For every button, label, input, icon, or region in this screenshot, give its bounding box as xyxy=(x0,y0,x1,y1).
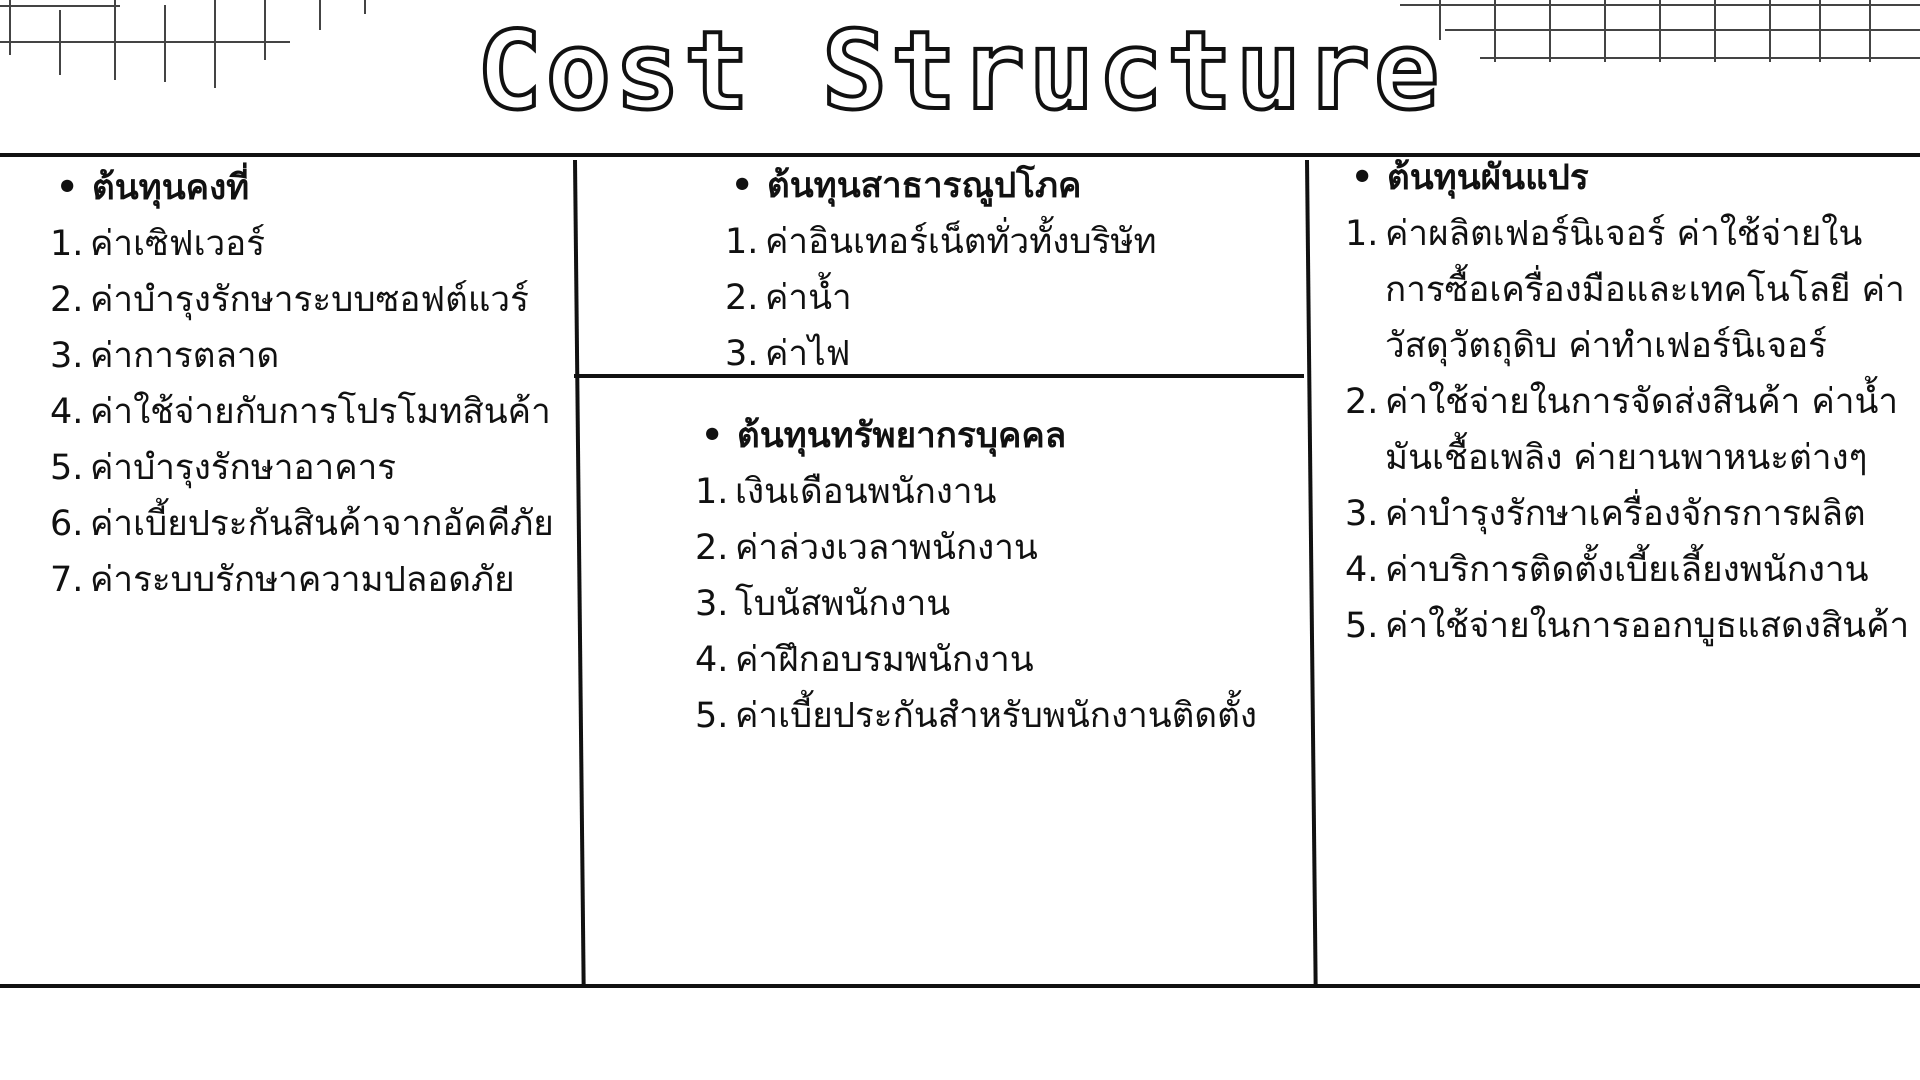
list-item: 5. ค่าบำรุงรักษาอาคาร xyxy=(50,440,570,496)
list-item: 2. ค่าบำรุงรักษาระบบซอฟต์แวร์ xyxy=(50,272,570,328)
hr-costs-list: 1. เงินเดือนพนักงาน 2. ค่าล่วงเวลาพนักงาน … xyxy=(695,464,1300,744)
hr-costs-heading-label: ต้นทุนทรัพยากรบุคคล xyxy=(737,416,1067,456)
item-text: ค่าเซิฟเวอร์ xyxy=(90,224,265,264)
list-item: 1. เงินเดือนพนักงาน xyxy=(695,464,1300,520)
list-item: 2. ค่าล่วงเวลาพนักงาน xyxy=(695,520,1300,576)
item-text: ค่าอินเทอร์เน็ตทั่วทั้งบริษัท xyxy=(765,222,1157,262)
bottom-divider xyxy=(0,984,1920,988)
list-item: 6. ค่าเบี้ยประกันสินค้าจากอัคคีภัย xyxy=(50,496,570,552)
item-number: 5. xyxy=(1345,606,1379,646)
list-item: 4. ค่าใช้จ่ายกับการโปรโมทสินค้า xyxy=(50,384,570,440)
item-number: 5. xyxy=(695,696,729,736)
item-number: 3. xyxy=(695,584,729,624)
list-item: 1. ค่าเซิฟเวอร์ xyxy=(50,216,570,272)
list-item: 4. ค่าฝึกอบรมพนักงาน xyxy=(695,632,1300,688)
item-number: 3. xyxy=(1345,494,1379,534)
item-text: ค่าการตลาด xyxy=(90,336,280,376)
list-item: 3. โบนัสพนักงาน xyxy=(695,576,1300,632)
bullet-icon: • xyxy=(1351,158,1374,198)
column-divider-left xyxy=(573,159,586,986)
item-number: 2. xyxy=(1345,382,1379,422)
list-item: 5. ค่าเบี้ยประกันสำหรับพนักงานติดตั้ง xyxy=(695,688,1300,744)
item-text: ค่าไฟ xyxy=(765,334,851,374)
item-text: ค่าผลิตเฟอร์นิเจอร์ ค่าใช้จ่ายในการซื้อเ… xyxy=(1385,214,1905,366)
item-number: 3. xyxy=(50,336,84,376)
bullet-icon: • xyxy=(56,168,79,208)
list-item: 3. ค่าการตลาด xyxy=(50,328,570,384)
list-item: 1. ค่าผลิตเฟอร์นิเจอร์ ค่าใช้จ่ายในการซื้… xyxy=(1345,206,1915,374)
item-number: 2. xyxy=(695,528,729,568)
item-number: 3. xyxy=(725,334,759,374)
utility-costs-heading: • ต้นทุนสาธารณูปโภค xyxy=(725,158,1295,214)
list-item: 3. ค่าไฟ xyxy=(725,326,1295,382)
item-text: เงินเดือนพนักงาน xyxy=(735,472,997,512)
item-text: ค่าบริการติดตั้งเบี้ยเลี้ยงพนักงาน xyxy=(1385,550,1869,590)
item-text: ค่าฝึกอบรมพนักงาน xyxy=(735,640,1034,680)
item-number: 1. xyxy=(50,224,84,264)
item-text: ค่าบำรุงรักษาอาคาร xyxy=(90,448,397,488)
list-item: 4. ค่าบริการติดตั้งเบี้ยเลี้ยงพนักงาน xyxy=(1345,542,1915,598)
item-number: 6. xyxy=(50,504,84,544)
item-text: ค่าใช้จ่ายในการออกบูธแสดงสินค้า xyxy=(1385,606,1910,646)
item-text: ค่าน้ำ xyxy=(765,278,852,318)
item-text: ค่าใช้จ่ายกับการโปรโมทสินค้า xyxy=(90,392,551,432)
fixed-costs-heading-label: ต้นทุนคงที่ xyxy=(92,168,250,208)
list-item: 2. ค่าใช้จ่ายในการจัดส่งสินค้า ค่าน้ำมันเ… xyxy=(1345,374,1915,486)
fixed-costs-section: • ต้นทุนคงที่ 1. ค่าเซิฟเวอร์ 2. ค่าบำรุงร… xyxy=(50,160,570,608)
list-item: 5. ค่าใช้จ่ายในการออกบูธแสดงสินค้า xyxy=(1345,598,1915,654)
item-text: ค่าล่วงเวลาพนักงาน xyxy=(735,528,1038,568)
bullet-icon: • xyxy=(701,416,724,456)
fixed-costs-list: 1. ค่าเซิฟเวอร์ 2. ค่าบำรุงรักษาระบบซอฟต์แ… xyxy=(50,216,570,608)
item-text: ค่าใช้จ่ายในการจัดส่งสินค้า ค่าน้ำมันเชื… xyxy=(1385,382,1899,478)
utility-costs-list: 1. ค่าอินเทอร์เน็ตทั่วทั้งบริษัท 2. ค่าน้ำ… xyxy=(725,214,1295,382)
column-divider-right xyxy=(1305,159,1318,986)
variable-costs-list: 1. ค่าผลิตเฟอร์นิเจอร์ ค่าใช้จ่ายในการซื้… xyxy=(1345,206,1915,654)
item-number: 1. xyxy=(695,472,729,512)
utility-costs-heading-label: ต้นทุนสาธารณูปโภค xyxy=(767,166,1082,206)
item-number: 1. xyxy=(725,222,759,262)
list-item: 2. ค่าน้ำ xyxy=(725,270,1295,326)
item-text: ค่าบำรุงรักษาเครื่องจักรการผลิต xyxy=(1385,494,1866,534)
item-text: โบนัสพนักงาน xyxy=(735,584,951,624)
list-item: 7. ค่าระบบรักษาความปลอดภัย xyxy=(50,552,570,608)
variable-costs-heading-label: ต้นทุนผันแปร xyxy=(1387,158,1589,198)
item-number: 4. xyxy=(695,640,729,680)
item-text: ค่าบำรุงรักษาระบบซอฟต์แวร์ xyxy=(90,280,529,320)
fixed-costs-heading: • ต้นทุนคงที่ xyxy=(50,160,570,216)
page-title: Cost Structure xyxy=(475,7,1444,136)
item-text: ค่าเบี้ยประกันสำหรับพนักงานติดตั้ง xyxy=(735,696,1257,736)
utility-costs-section: • ต้นทุนสาธารณูปโภค 1. ค่าอินเทอร์เน็ตทั่… xyxy=(725,158,1295,382)
hr-costs-section: • ต้นทุนทรัพยากรบุคคล 1. เงินเดือนพนักงาน… xyxy=(695,408,1300,744)
list-item: 3. ค่าบำรุงรักษาเครื่องจักรการผลิต xyxy=(1345,486,1915,542)
item-number: 7. xyxy=(50,560,84,600)
list-item: 1. ค่าอินเทอร์เน็ตทั่วทั้งบริษัท xyxy=(725,214,1295,270)
bullet-icon: • xyxy=(731,166,754,206)
item-number: 2. xyxy=(725,278,759,318)
hr-costs-heading: • ต้นทุนทรัพยากรบุคคล xyxy=(695,408,1300,464)
item-number: 4. xyxy=(50,392,84,432)
item-text: ค่าระบบรักษาความปลอดภัย xyxy=(90,560,515,600)
item-text: ค่าเบี้ยประกันสินค้าจากอัคคีภัย xyxy=(90,504,554,544)
variable-costs-heading: • ต้นทุนผันแปร xyxy=(1345,150,1915,206)
item-number: 4. xyxy=(1345,550,1379,590)
item-number: 5. xyxy=(50,448,84,488)
variable-costs-section: • ต้นทุนผันแปร 1. ค่าผลิตเฟอร์นิเจอร์ ค่า… xyxy=(1345,150,1915,654)
item-number: 2. xyxy=(50,280,84,320)
item-number: 1. xyxy=(1345,214,1379,254)
